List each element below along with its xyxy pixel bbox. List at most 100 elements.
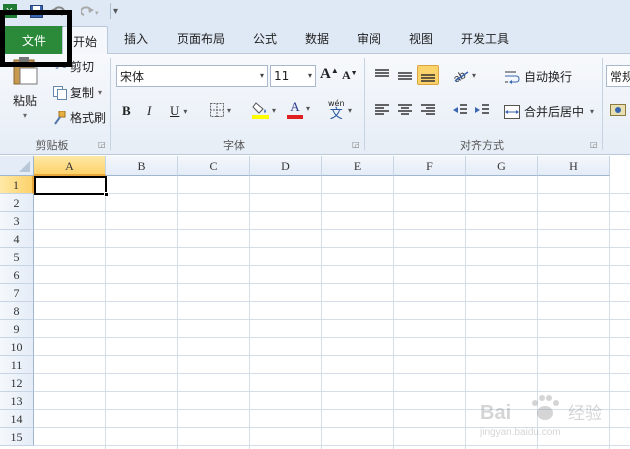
row-header-5[interactable]: 5 xyxy=(0,248,34,266)
align-left-icon xyxy=(375,104,389,115)
chevron-down-icon: ▾ xyxy=(272,105,277,115)
decrease-indent-button[interactable] xyxy=(452,103,468,117)
align-middle-button[interactable] xyxy=(397,68,413,82)
decrease-indent-icon xyxy=(453,104,467,114)
alignment-launcher-icon[interactable]: ◲ xyxy=(590,140,598,149)
copy-dropdown-icon[interactable]: ▾ xyxy=(98,88,102,97)
ribbon-home: 粘贴 ▾ ✂ 剪切 复制 ▾ 格式刷 剪贴板 ◲ 宋体 ▾ 11 ▾ A ▲ A ▼… xyxy=(0,54,630,155)
wrap-text-button[interactable]: 自动换行 xyxy=(504,68,572,85)
font-size-combo[interactable]: 11 ▾ xyxy=(270,65,316,87)
chevron-down-icon[interactable]: ▾ xyxy=(348,106,352,115)
row-header-13[interactable]: 13 xyxy=(0,392,34,410)
increase-indent-icon xyxy=(475,104,489,114)
row-header-15[interactable]: 15 xyxy=(0,428,34,446)
alignment-group-label: 对齐方式 xyxy=(460,139,504,152)
row-header-3[interactable]: 3 xyxy=(0,212,34,230)
font-name-combo[interactable]: 宋体 ▾ xyxy=(116,65,268,87)
align-center-icon xyxy=(398,104,412,115)
font-launcher-icon[interactable]: ◲ xyxy=(352,140,360,149)
font-color-button[interactable]: A xyxy=(287,100,303,119)
wrap-text-label: 自动换行 xyxy=(524,70,573,84)
align-bottom-icon xyxy=(421,74,435,82)
row-header-8[interactable]: 8 xyxy=(0,302,34,320)
merge-center-button[interactable]: 合并后居中 ▾ xyxy=(504,103,594,120)
select-all-corner[interactable] xyxy=(0,156,34,176)
row-header-14[interactable]: 14 xyxy=(0,410,34,428)
align-right-button[interactable] xyxy=(420,103,436,117)
paste-dropdown-icon[interactable]: ▾ xyxy=(23,111,27,120)
row-header-9[interactable]: 9 xyxy=(0,320,34,338)
row-header-1[interactable]: 1 xyxy=(0,176,34,194)
phonetic-guide-button[interactable]: wén 文 xyxy=(328,99,345,122)
align-right-icon xyxy=(421,104,435,115)
tab-insert[interactable]: 插入 xyxy=(124,30,148,47)
customize-qat-icon[interactable]: ▾ xyxy=(110,3,120,19)
row-header-4[interactable]: 4 xyxy=(0,230,34,248)
column-header-d[interactable]: D xyxy=(250,156,322,176)
ribbon-tabs: 文件 开始 插入 页面布局 公式 数据 审阅 视图 开发工具 xyxy=(0,22,630,55)
chevron-down-icon: ▾ xyxy=(227,105,232,115)
copy-label: 复制 xyxy=(70,86,95,100)
number-format-combo[interactable]: 常规 xyxy=(606,65,630,87)
column-header-f[interactable]: F xyxy=(394,156,466,176)
tab-review[interactable]: 审阅 xyxy=(357,30,381,47)
borders-button[interactable]: ▾ xyxy=(210,103,231,117)
chevron-down-icon[interactable]: ▾ xyxy=(306,104,310,113)
increase-indent-button[interactable] xyxy=(474,103,490,117)
align-center-button[interactable] xyxy=(397,103,413,117)
column-header-h[interactable]: H xyxy=(538,156,610,176)
svg-text:Bai: Bai xyxy=(480,402,511,424)
chevron-down-icon: ▾ xyxy=(590,107,595,116)
tab-formulas[interactable]: 公式 xyxy=(253,30,277,47)
row-header-11[interactable]: 11 xyxy=(0,356,34,374)
underline-button[interactable]: U ▾ xyxy=(170,103,187,119)
clipboard-launcher-icon[interactable]: ◲ xyxy=(98,140,106,149)
chevron-down-icon: ▾ xyxy=(259,71,264,80)
annotation-highlight-box xyxy=(0,10,72,67)
merge-center-label: 合并后居中 xyxy=(524,105,585,119)
active-cell-a1[interactable] xyxy=(34,176,109,197)
row-header-7[interactable]: 7 xyxy=(0,284,34,302)
grow-font-button[interactable]: A ▲ xyxy=(320,66,339,83)
column-header-e[interactable]: E xyxy=(322,156,394,176)
italic-button[interactable]: I xyxy=(147,103,151,119)
align-top-button[interactable] xyxy=(374,68,390,82)
column-header-c[interactable]: C xyxy=(178,156,250,176)
tab-data[interactable]: 数据 xyxy=(305,30,329,47)
fill-color-button[interactable]: ▾ xyxy=(252,100,276,120)
align-middle-icon xyxy=(398,72,412,80)
currency-icon xyxy=(610,104,626,116)
phonetic-bottom-label: 文 xyxy=(329,107,343,122)
column-header-a[interactable]: A xyxy=(34,156,106,176)
row-header-2[interactable]: 2 xyxy=(0,194,34,212)
column-header-g[interactable]: G xyxy=(466,156,538,176)
grow-font-label: A xyxy=(320,66,331,82)
row-header-10[interactable]: 10 xyxy=(0,338,34,356)
svg-text:▾: ▾ xyxy=(95,9,99,17)
format-painter-button[interactable]: 格式刷 xyxy=(50,109,106,126)
align-left-button[interactable] xyxy=(374,103,390,117)
tab-page-layout[interactable]: 页面布局 xyxy=(177,30,225,47)
tab-view[interactable]: 视图 xyxy=(409,30,433,47)
shrink-font-button[interactable]: A ▼ xyxy=(342,68,358,83)
watermark-url: jingyan.baidu.com xyxy=(480,427,561,438)
format-painter-label: 格式刷 xyxy=(70,111,107,125)
row-header-12[interactable]: 12 xyxy=(0,374,34,392)
orientation-button[interactable]: ab ▾ xyxy=(452,68,476,82)
fill-handle[interactable] xyxy=(104,192,109,197)
column-header-b[interactable]: B xyxy=(106,156,178,176)
font-group-label: 字体 xyxy=(223,139,245,152)
tab-developer[interactable]: 开发工具 xyxy=(461,30,509,47)
redo-icon[interactable]: ▾ xyxy=(80,3,102,19)
bold-button[interactable]: B xyxy=(122,103,131,119)
cut-label: 剪切 xyxy=(70,60,95,74)
borders-icon xyxy=(210,103,224,117)
accounting-format-button[interactable] xyxy=(610,102,628,118)
text-orientation-icon: ab xyxy=(452,69,469,82)
align-top-icon xyxy=(375,69,389,77)
align-bottom-button[interactable] xyxy=(417,65,439,85)
baidu-watermark: Bai 经验 jingyan.baidu.com xyxy=(478,385,628,447)
underline-label: U xyxy=(170,103,180,118)
row-header-6[interactable]: 6 xyxy=(0,266,34,284)
copy-button[interactable]: 复制 ▾ xyxy=(50,84,102,101)
